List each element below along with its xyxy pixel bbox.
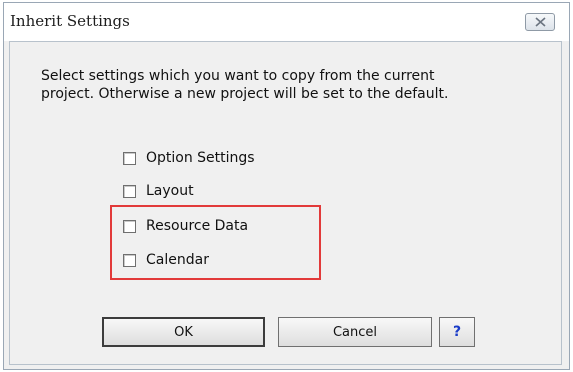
ok-button[interactable]: OK	[102, 317, 265, 347]
close-button[interactable]	[525, 13, 555, 31]
description-line-1: Select settings which you want to copy f…	[41, 68, 435, 84]
inherit-settings-dialog: Inherit Settings Select settings which y…	[3, 2, 570, 370]
calendar-row[interactable]: Calendar	[123, 251, 209, 269]
resource-data-row[interactable]: Resource Data	[123, 217, 248, 235]
calendar-label: Calendar	[146, 252, 209, 268]
option-settings-label: Option Settings	[146, 150, 255, 166]
option-settings-checkbox[interactable]	[123, 151, 136, 165]
layout-checkbox[interactable]	[123, 184, 136, 198]
title-bar: Inherit Settings	[4, 3, 569, 41]
cancel-button[interactable]: Cancel	[278, 317, 432, 347]
window-title: Inherit Settings	[10, 12, 130, 30]
calendar-checkbox[interactable]	[123, 253, 136, 267]
dialog-content: Select settings which you want to copy f…	[9, 41, 562, 365]
layout-row[interactable]: Layout	[123, 182, 194, 200]
description-line-2: project. Otherwise a new project will be…	[41, 86, 449, 102]
resource-data-label: Resource Data	[146, 218, 249, 234]
close-icon	[535, 17, 546, 27]
help-button[interactable]: ?	[439, 317, 475, 347]
resource-data-checkbox[interactable]	[123, 219, 136, 233]
layout-label: Layout	[146, 183, 194, 199]
description-text: Select settings which you want to copy f…	[41, 67, 561, 103]
option-settings-row[interactable]: Option Settings	[123, 149, 255, 167]
